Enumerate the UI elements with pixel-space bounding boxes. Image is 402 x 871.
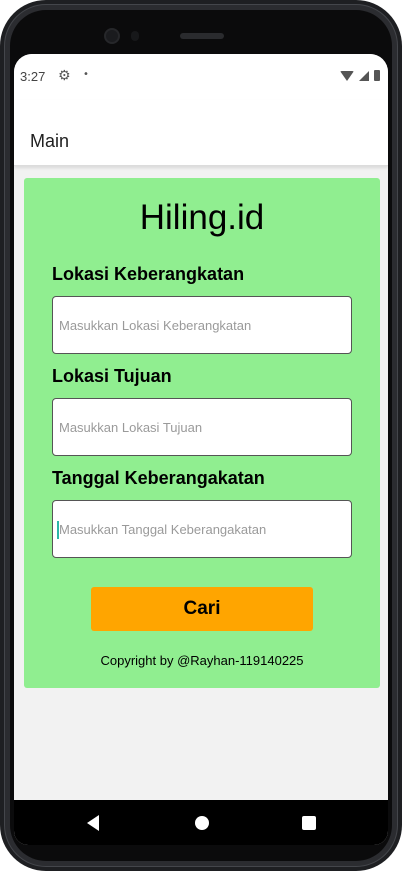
date-input[interactable] [53,501,351,557]
date-label: Tanggal Keberangakatan [52,468,265,488]
proximity-sensor [131,31,139,41]
departure-label: Lokasi Keberangkatan [52,264,245,284]
navigation-bar [14,800,388,845]
status-icons [340,70,380,81]
departure-input[interactable] [53,297,351,353]
screen: 3:27 ⚙ • Main Hiling.id Lokasi Keberangk… [14,54,388,845]
notification-dot: • [83,69,89,80]
recent-apps-icon[interactable] [302,816,316,830]
brand-title: Hiling.id [139,198,265,237]
signal-icon [359,70,369,81]
wifi-icon [340,70,354,81]
destination-field-box[interactable] [52,398,352,456]
destination-label: Lokasi Tujuan [52,366,172,386]
search-button[interactable]: Cari [91,587,313,631]
battery-icon [374,70,380,81]
app-bar-title: Main [30,131,70,151]
back-icon[interactable] [87,815,99,831]
search-form-card: Hiling.id Lokasi Keberangkatan Lokasi Tu… [24,178,380,688]
front-camera [104,28,120,44]
status-time: 3:27 [20,69,46,84]
departure-field-box[interactable] [52,296,352,354]
gear-icon: ⚙ [58,68,71,84]
destination-input[interactable] [53,399,351,455]
app-bar: Main [14,100,388,166]
date-field-box[interactable] [52,500,352,558]
device-frame: 3:27 ⚙ • Main Hiling.id Lokasi Keberangk… [0,0,402,871]
text-cursor [57,521,59,539]
home-icon[interactable] [195,816,209,830]
copyright-text: Copyright by @Rayhan-119140225 [100,653,304,668]
earpiece-speaker [180,33,224,39]
status-bar: 3:27 ⚙ • [14,54,388,100]
